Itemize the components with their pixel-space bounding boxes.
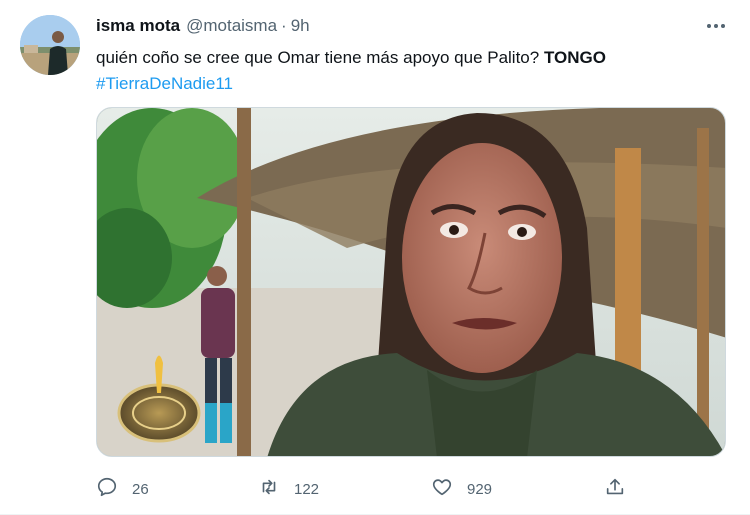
avatar[interactable] [20, 15, 80, 75]
tweet-time[interactable]: 9h [291, 16, 310, 36]
like-icon [431, 476, 453, 502]
share-button[interactable] [604, 472, 626, 506]
retweet-button[interactable]: 122 [258, 472, 319, 506]
tweet-actions: 26 122 929 [96, 472, 726, 506]
tweet-text-bold: TONGO [543, 48, 606, 67]
like-button[interactable]: 929 [431, 472, 492, 506]
tweet-header: isma mota @motaisma · 9h [96, 16, 310, 36]
author-name[interactable]: isma mota [96, 16, 180, 36]
more-icon[interactable] [700, 12, 732, 40]
reply-button[interactable]: 26 [96, 472, 149, 506]
author-handle[interactable]: @motaisma [186, 16, 277, 36]
retweet-icon [258, 476, 280, 502]
reply-count: 26 [132, 480, 149, 498]
like-count: 929 [467, 480, 493, 498]
hashtag-link[interactable]: #TierraDeNadie11 [96, 74, 233, 93]
retweet-count: 122 [294, 480, 320, 498]
share-icon [604, 476, 626, 502]
tweet-media-image[interactable] [96, 107, 726, 457]
tweet-text-main: quién coño se cree que Omar tiene más ap… [96, 48, 544, 67]
tweet-text: quién coño se cree que Omar tiene más ap… [96, 45, 726, 97]
separator: · [281, 16, 287, 35]
reply-icon [96, 476, 118, 502]
tweet[interactable]: isma mota @motaisma · 9h quién coño se c… [0, 0, 750, 515]
